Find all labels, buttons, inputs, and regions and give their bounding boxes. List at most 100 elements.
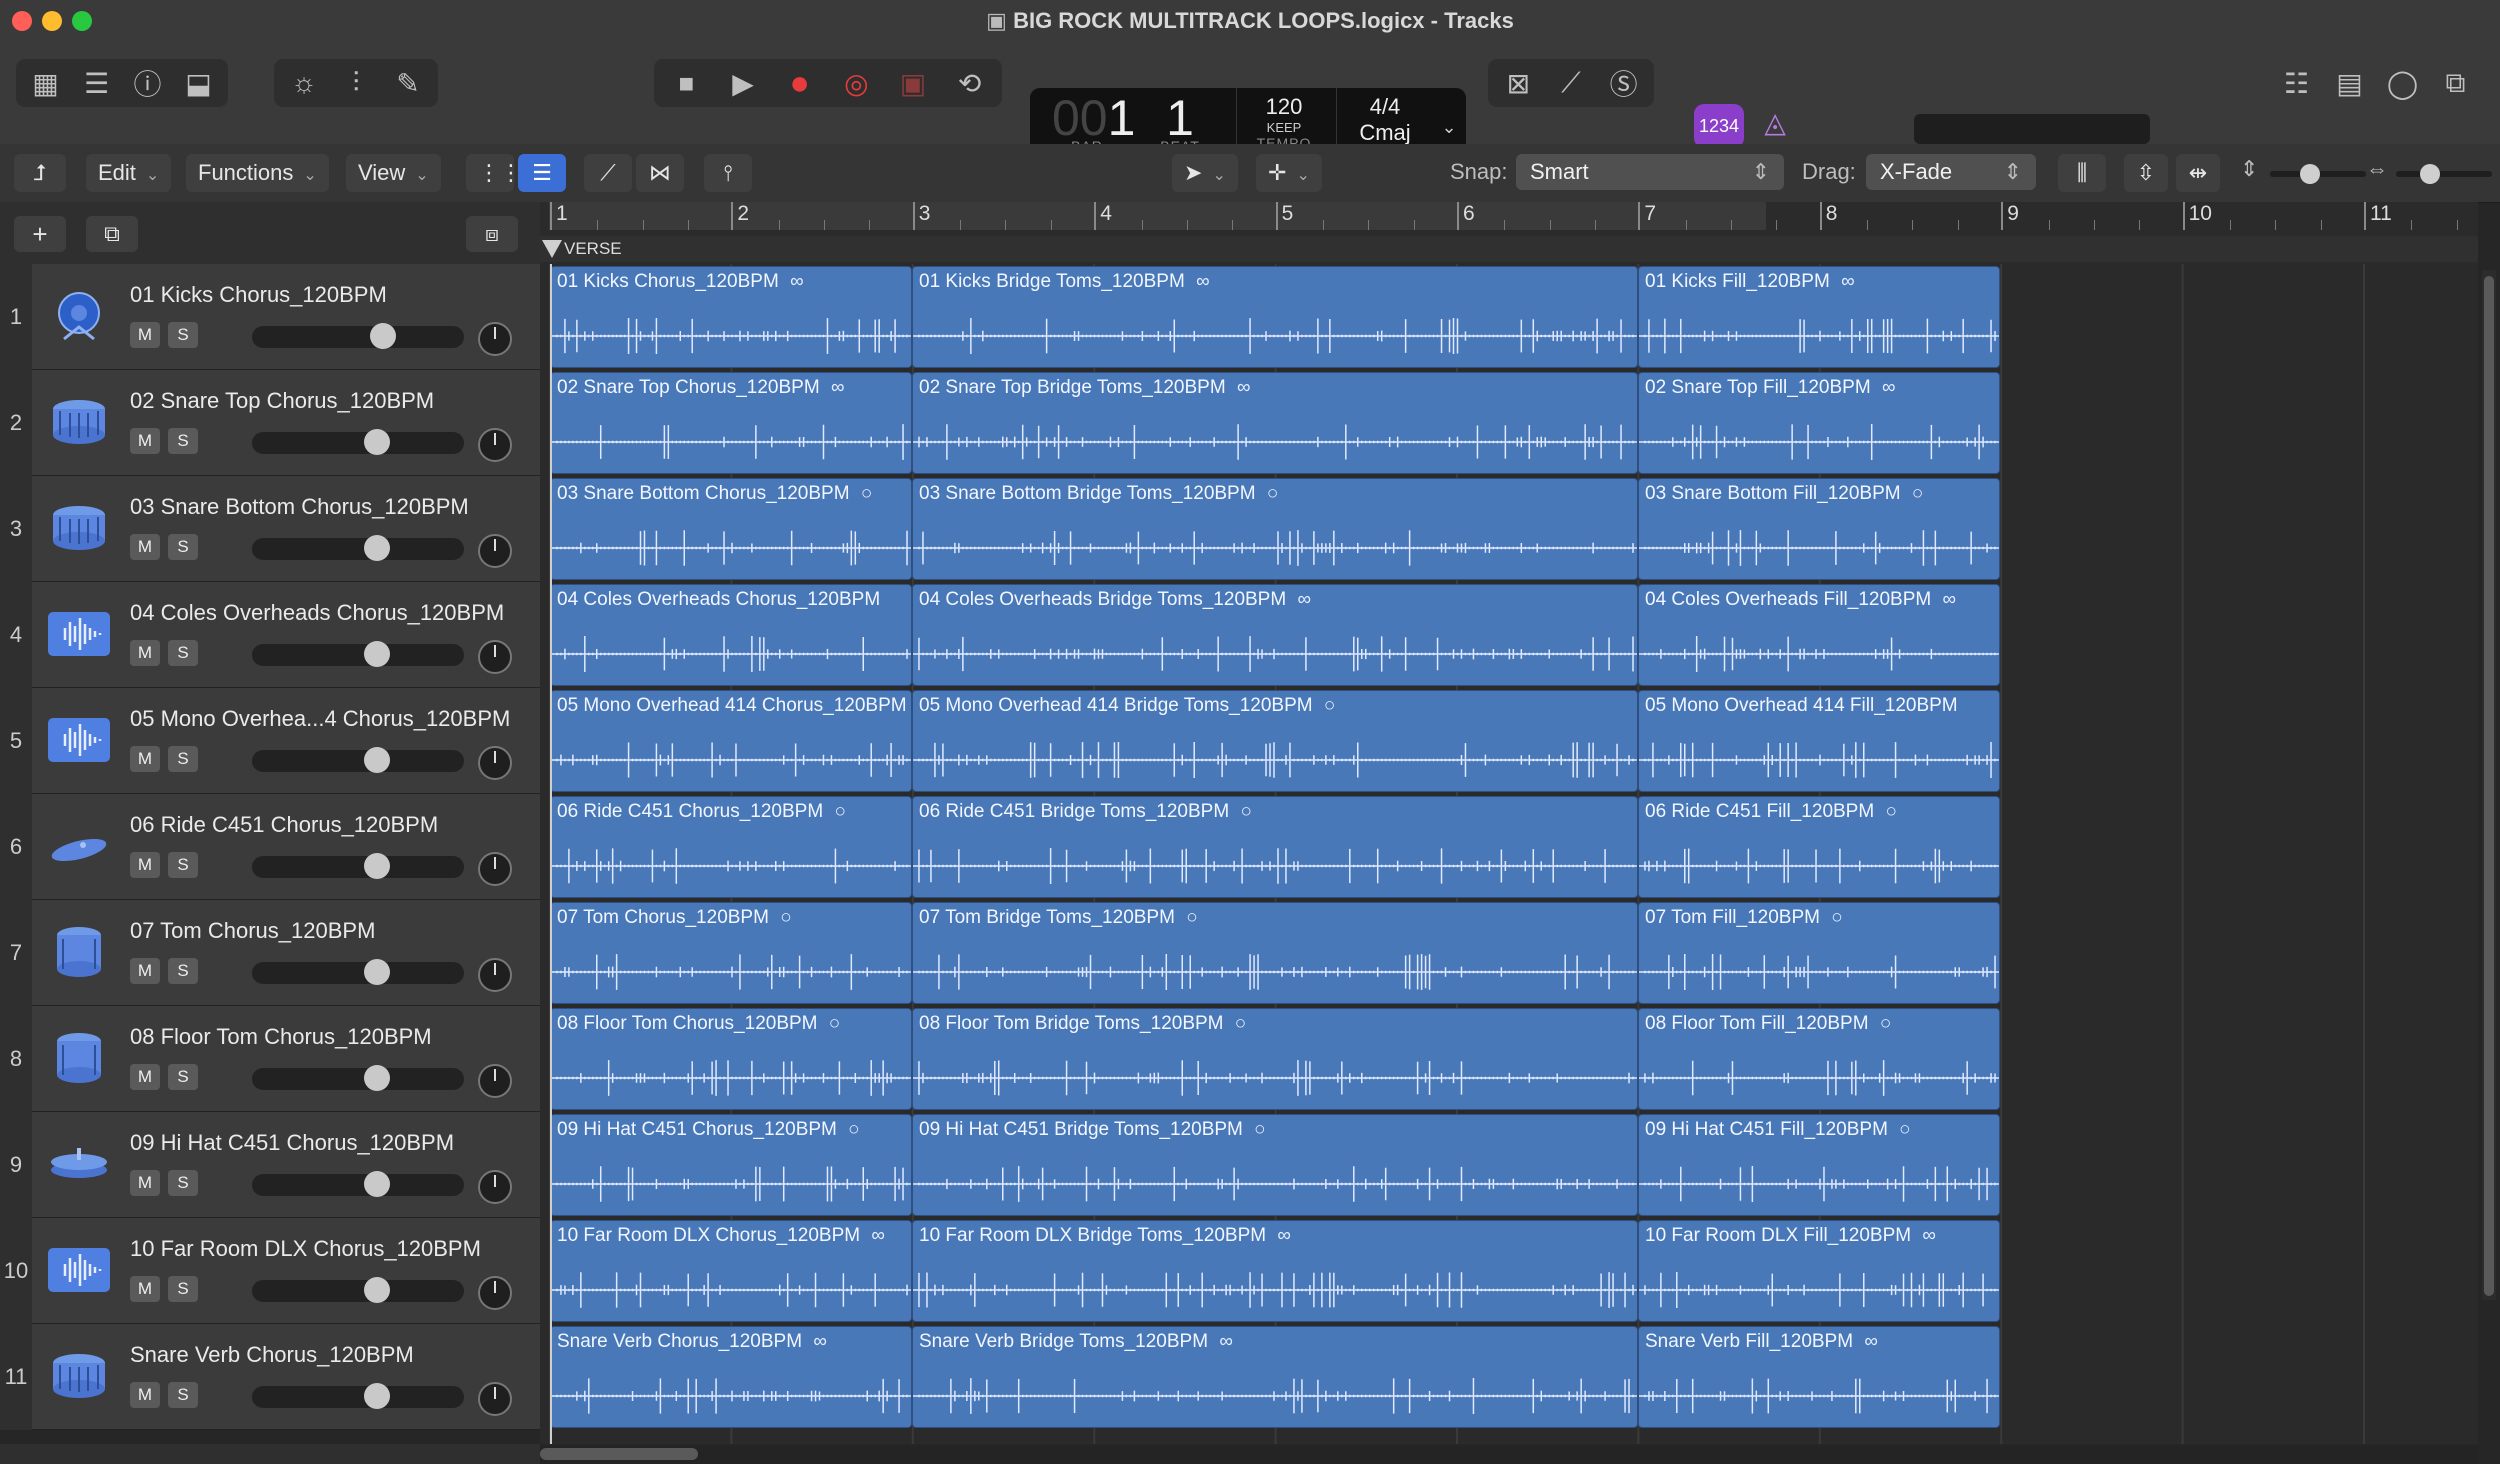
horizontal-scroll-thumb[interactable] [540, 1448, 698, 1460]
track-name[interactable]: Snare Verb Chorus_120BPM [130, 1342, 414, 1368]
bar-number-8[interactable]: 8 [1819, 202, 2001, 230]
vertical-fit-icon[interactable]: ⇳ [2124, 154, 2168, 192]
cycle-icon[interactable]: ⟲ [947, 60, 993, 106]
audio-region[interactable]: 08 Floor Tom Chorus_120BPM ○ [550, 1008, 912, 1110]
marker-verse[interactable]: VERSE [564, 236, 622, 262]
toolbar-icon[interactable]: ⬓ [176, 60, 222, 106]
track-name[interactable]: 10 Far Room DLX Chorus_120BPM [130, 1236, 481, 1262]
pan-knob[interactable] [478, 322, 512, 356]
track-name[interactable]: 07 Tom Chorus_120BPM [130, 918, 375, 944]
audio-region[interactable]: 07 Tom Chorus_120BPM ○ [550, 902, 912, 1004]
solo-button[interactable]: S [168, 852, 198, 878]
audio-region[interactable]: 06 Ride C451 Chorus_120BPM ○ [550, 796, 912, 898]
pan-knob[interactable] [478, 1382, 512, 1416]
volume-knob[interactable] [364, 747, 391, 773]
audio-region[interactable]: Snare Verb Bridge Toms_120BPM ∞ [912, 1326, 1638, 1428]
solo-button[interactable]: S [168, 1382, 198, 1408]
track-name[interactable]: 04 Coles Overheads Chorus_120BPM [130, 600, 504, 626]
back-arrow-icon[interactable]: ⮥ [14, 154, 66, 192]
audio-region[interactable]: Snare Verb Fill_120BPM ∞ [1638, 1326, 2000, 1428]
metronome-icon[interactable]: ◬ [1754, 106, 1796, 146]
track-name[interactable]: 02 Snare Top Chorus_120BPM [130, 388, 434, 414]
bar-ruler[interactable]: 1 2 3 4 5 6 7 8 9 10 11 VERSE [540, 202, 2478, 264]
browsers-icon[interactable]: ⧉ [2433, 60, 2479, 106]
track-header[interactable]: 11 Snare Verb Chorus_120BPM M S [0, 1324, 540, 1430]
audio-region[interactable]: Snare Verb Chorus_120BPM ∞ [550, 1326, 912, 1428]
volume-slider[interactable] [252, 747, 464, 773]
automation-icon[interactable]: ⟋ [584, 154, 632, 192]
volume-slider[interactable] [252, 1065, 464, 1091]
volume-knob[interactable] [364, 429, 391, 455]
mute-tool-icon[interactable]: ⊠ [1495, 60, 1541, 106]
audio-region[interactable]: 06 Ride C451 Bridge Toms_120BPM ○ [912, 796, 1638, 898]
horizontal-fit-icon[interactable]: ⇹ [2176, 154, 2220, 192]
mixer-icon[interactable]: ⫶ [333, 60, 379, 106]
audio-region[interactable]: 02 Snare Top Bridge Toms_120BPM ∞ [912, 372, 1638, 474]
bar-number-5[interactable]: 5 [1275, 202, 1457, 230]
audio-region[interactable]: 10 Far Room DLX Chorus_120BPM ∞ [550, 1220, 912, 1322]
replace-record-icon[interactable]: ◎ [833, 60, 879, 106]
track-header[interactable]: 10 10 Far Room DLX Chorus_120BPM M S [0, 1218, 540, 1324]
solo-button[interactable]: S [168, 1170, 198, 1196]
bar-number-2[interactable]: 2 [731, 202, 912, 230]
smart-controls-icon[interactable]: ☼ [281, 60, 327, 106]
mute-button[interactable]: M [130, 640, 160, 666]
secondary-tool-menu[interactable]: ✛ ⌄ [1256, 154, 1322, 192]
audio-region[interactable]: 09 Hi Hat C451 Bridge Toms_120BPM ○ [912, 1114, 1638, 1216]
volume-knob[interactable] [364, 959, 391, 985]
add-track-icon[interactable]: + [14, 216, 66, 252]
loop-browser-icon[interactable]: ◯ [2380, 60, 2426, 106]
stop-icon[interactable]: ■ [663, 60, 709, 106]
audio-region[interactable]: 04 Coles Overheads Fill_120BPM ∞ [1638, 584, 2000, 686]
audio-region[interactable]: 01 Kicks Bridge Toms_120BPM ∞ [912, 266, 1638, 368]
audio-region[interactable]: 03 Snare Bottom Fill_120BPM ○ [1638, 478, 2000, 580]
edit-menu[interactable]: Edit ⌄ [86, 154, 172, 192]
playhead-icon[interactable] [542, 240, 562, 258]
track-header[interactable]: 4 04 Coles Overheads Chorus_120BPM M S [0, 582, 540, 688]
solo-button[interactable]: S [168, 958, 198, 984]
bar-number-6[interactable]: 6 [1457, 202, 1638, 230]
solo-tool-icon[interactable]: Ⓢ [1601, 60, 1647, 106]
solo-button[interactable]: S [168, 1064, 198, 1090]
audio-region[interactable]: 03 Snare Bottom Chorus_120BPM ○ [550, 478, 912, 580]
audio-region[interactable]: 05 Mono Overhead 414 Fill_120BPM [1638, 690, 2000, 792]
volume-knob[interactable] [364, 535, 391, 561]
track-header[interactable]: 5 05 Mono Overhea...4 Chorus_120BPM M S [0, 688, 540, 794]
play-icon[interactable]: ▶ [720, 60, 766, 106]
audio-region[interactable]: 09 Hi Hat C451 Fill_120BPM ○ [1638, 1114, 2000, 1216]
pan-knob[interactable] [478, 746, 512, 780]
audio-region[interactable]: 06 Ride C451 Fill_120BPM ○ [1638, 796, 2000, 898]
quick-help-icon[interactable]: ⓘ [125, 60, 171, 106]
solo-button[interactable]: S [168, 746, 198, 772]
track-name[interactable]: 05 Mono Overhea...4 Chorus_120BPM [130, 706, 510, 732]
catch-playhead-icon[interactable]: ⫯ [704, 154, 752, 192]
bar-number-10[interactable]: 10 [2182, 202, 2364, 230]
waveform-zoom-icon[interactable]: ⫼ [2058, 154, 2106, 192]
track-header[interactable]: 9 09 Hi Hat C451 Chorus_120BPM M S [0, 1112, 540, 1218]
volume-slider[interactable] [252, 853, 464, 879]
volume-knob[interactable] [364, 1171, 391, 1197]
bar-number-3[interactable]: 3 [912, 202, 1094, 230]
mute-button[interactable]: M [130, 534, 160, 560]
mute-button[interactable]: M [130, 1382, 160, 1408]
library-icon[interactable]: ▦ [23, 60, 69, 106]
volume-slider[interactable] [252, 1171, 464, 1197]
track-header[interactable]: 2 02 Snare Top Chorus_120BPM M S [0, 370, 540, 476]
horizontal-zoom-slider[interactable] [2396, 164, 2492, 184]
volume-slider[interactable] [252, 535, 464, 561]
audio-region[interactable]: 02 Snare Top Fill_120BPM ∞ [1638, 372, 2000, 474]
volume-slider[interactable] [252, 959, 464, 985]
audio-region[interactable]: 07 Tom Bridge Toms_120BPM ○ [912, 902, 1638, 1004]
track-name[interactable]: 06 Ride C451 Chorus_120BPM [130, 812, 438, 838]
inspector-icon[interactable]: ☰ [74, 60, 120, 106]
count-in-button[interactable]: 1234 [1694, 104, 1744, 148]
functions-menu[interactable]: Functions ⌄ [186, 154, 329, 192]
pointer-tool-menu[interactable]: ➤ ⌄ [1172, 154, 1238, 192]
audio-region[interactable]: 02 Snare Top Chorus_120BPM ∞ [550, 372, 912, 474]
pan-knob[interactable] [478, 1170, 512, 1204]
track-header[interactable]: 1 01 Kicks Chorus_120BPM M S [0, 264, 540, 370]
tuner-icon[interactable]: ⟋ [1548, 60, 1594, 106]
vertical-zoom-slider[interactable] [2270, 164, 2366, 184]
mute-button[interactable]: M [130, 1276, 160, 1302]
bar-number-7[interactable]: 7 [1638, 202, 1819, 230]
